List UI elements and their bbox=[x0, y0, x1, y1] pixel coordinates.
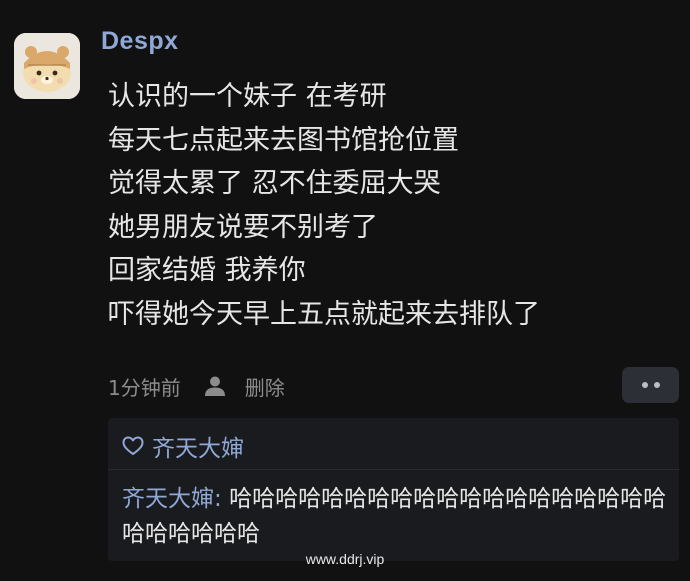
heart-outline-icon bbox=[122, 436, 144, 456]
watermark: www.ddrj.vip bbox=[305, 551, 385, 567]
more-dots-icon bbox=[653, 382, 660, 388]
post-line: 认识的一个妹子 在考研 bbox=[108, 81, 387, 112]
avatar[interactable] bbox=[14, 33, 80, 99]
more-button[interactable] bbox=[622, 367, 679, 403]
more-dots-icon bbox=[641, 382, 648, 388]
comment-author[interactable]: 齐天大婶 bbox=[122, 486, 214, 512]
post-body: 认识的一个妹子 在考研 每天七点起来去图书馆抢位置 觉得太累了 忍不住委屈大哭 … bbox=[108, 75, 678, 336]
post-username[interactable]: Despx bbox=[101, 27, 179, 56]
divider bbox=[108, 469, 679, 470]
likes-row: 齐天大婶 bbox=[122, 426, 244, 466]
moment-post: Despx 认识的一个妹子 在考研 每天七点起来去图书馆抢位置 觉得太累了 忍不… bbox=[0, 0, 690, 581]
post-meta: 1分钟前 删除 bbox=[108, 370, 285, 402]
post-line: 每天七点起来去图书馆抢位置 bbox=[108, 124, 459, 156]
avatar-bear-image bbox=[14, 33, 80, 99]
post-timestamp: 1分钟前 bbox=[108, 375, 181, 400]
delete-link[interactable]: 删除 bbox=[245, 372, 285, 401]
liker-name[interactable]: 齐天大婶 bbox=[152, 429, 244, 463]
post-line: 觉得太累了 忍不住委屈大哭 bbox=[108, 168, 441, 199]
user-icon[interactable] bbox=[203, 375, 227, 397]
reply-panel: 齐天大婶 齐天大婶: 哈哈哈哈哈哈哈哈哈哈哈哈哈哈哈哈哈哈哈哈哈哈哈哈哈 bbox=[108, 418, 679, 561]
post-line: 回家结婚 我养你 bbox=[108, 255, 306, 286]
comment[interactable]: 齐天大婶: 哈哈哈哈哈哈哈哈哈哈哈哈哈哈哈哈哈哈哈哈哈哈哈哈哈 bbox=[122, 482, 672, 552]
post-line: 吓得她今天早上五点就起来去排队了 bbox=[108, 298, 540, 330]
post-line: 她男朋友说要不别考了 bbox=[108, 211, 378, 243]
comment-separator: : bbox=[214, 486, 230, 512]
